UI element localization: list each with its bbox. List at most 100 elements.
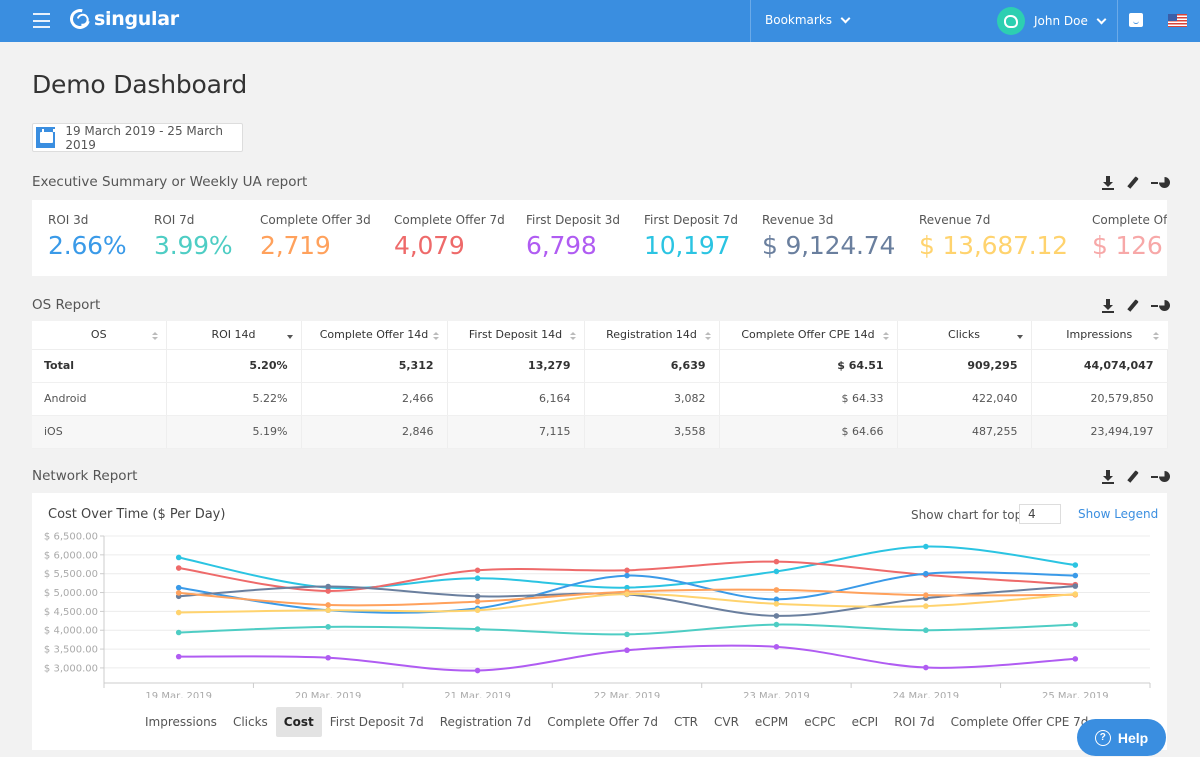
sort-icon[interactable] bbox=[882, 332, 889, 341]
column-header[interactable]: OS bbox=[32, 321, 167, 350]
show-top-label: Show chart for top bbox=[911, 508, 1023, 522]
table-cell: 7,115 bbox=[447, 415, 585, 449]
kpi-value: $ 126 bbox=[1092, 231, 1163, 260]
show-legend-link[interactable]: Show Legend bbox=[1078, 507, 1158, 521]
metric-tab[interactable]: CVR bbox=[706, 707, 747, 737]
data-point bbox=[325, 607, 331, 614]
user-avatar-icon bbox=[1004, 14, 1018, 28]
download-icon[interactable] bbox=[1101, 299, 1115, 313]
avatar bbox=[997, 7, 1025, 35]
data-point bbox=[474, 575, 481, 582]
sort-icon[interactable] bbox=[1153, 332, 1159, 341]
calendar-icon bbox=[36, 127, 56, 148]
export-to-chart-icon[interactable] bbox=[1151, 299, 1171, 313]
x-tick-label: 21 Mar, 2019 bbox=[444, 691, 511, 698]
column-header-label: Impressions bbox=[1066, 328, 1133, 342]
singular-logo[interactable]: singular bbox=[66, 5, 179, 33]
data-point bbox=[773, 621, 780, 628]
table-cell: 5,312 bbox=[301, 349, 448, 383]
data-point bbox=[923, 592, 929, 598]
data-point bbox=[624, 572, 630, 579]
us-flag-icon[interactable] bbox=[1168, 14, 1187, 27]
column-header[interactable]: First Deposit 14d bbox=[447, 321, 585, 350]
sort-icon[interactable] bbox=[151, 332, 158, 341]
help-label: Help bbox=[1117, 729, 1149, 746]
metric-tab[interactable]: First Deposit 7d bbox=[322, 707, 432, 737]
menu-icon[interactable] bbox=[33, 13, 50, 28]
sort-descending-icon[interactable] bbox=[286, 332, 293, 341]
metric-tab[interactable]: Complete Offer CPE 7d bbox=[943, 707, 1097, 737]
chevron-down-icon bbox=[1096, 14, 1107, 24]
download-icon[interactable] bbox=[1101, 470, 1115, 484]
metric-tab[interactable]: Cost bbox=[275, 707, 322, 737]
export-to-chart-icon[interactable] bbox=[1151, 176, 1171, 190]
data-point bbox=[175, 554, 182, 561]
data-point bbox=[474, 567, 481, 574]
metric-tab[interactable]: Impressions bbox=[137, 707, 225, 737]
brand-name: singular bbox=[94, 8, 179, 30]
os-report-title: OS Report bbox=[32, 297, 101, 313]
chart-title: Cost Over Time ($ Per Day) bbox=[48, 507, 226, 522]
sort-icon[interactable] bbox=[704, 332, 711, 341]
column-header[interactable]: Complete Offer CPE 14d bbox=[719, 321, 898, 350]
data-point bbox=[923, 543, 929, 550]
metric-tab[interactable]: Complete Offer 7d bbox=[539, 707, 666, 737]
metric-tab[interactable]: ROI 7d bbox=[886, 707, 942, 737]
metric-tab[interactable]: Clicks bbox=[225, 707, 276, 737]
kpi-label: ROI 7d bbox=[154, 213, 195, 227]
kpi-label: Complete Offer 7d bbox=[394, 213, 505, 227]
x-tick-label: 22 Mar, 2019 bbox=[594, 691, 661, 698]
column-header[interactable]: Clicks bbox=[897, 321, 1032, 350]
column-header[interactable]: Registration 14d bbox=[584, 321, 720, 350]
executive-summary-title: Executive Summary or Weekly UA report bbox=[32, 174, 308, 190]
network-report-title: Network Report bbox=[32, 468, 138, 484]
edit-pencil-icon[interactable] bbox=[1126, 299, 1140, 313]
kpi-label: Complete Offer 3d bbox=[260, 213, 371, 227]
column-header[interactable]: ROI 14d bbox=[166, 321, 302, 350]
metric-tab[interactable]: eCPC bbox=[796, 707, 843, 737]
data-point bbox=[1072, 656, 1079, 662]
x-tick-label: 23 Mar, 2019 bbox=[743, 691, 810, 698]
series-line-1 bbox=[178, 545, 1076, 590]
table-cell: 6,164 bbox=[447, 382, 585, 416]
data-point bbox=[175, 653, 182, 660]
x-tick-label: 20 Mar, 2019 bbox=[295, 691, 362, 698]
column-header[interactable]: Impressions bbox=[1031, 321, 1167, 350]
metric-tabs: Impressions Clicks Cost First Deposit 7d Reg… bbox=[137, 707, 1096, 737]
download-icon[interactable] bbox=[1101, 176, 1115, 190]
data-point bbox=[1072, 562, 1079, 568]
chat-icon[interactable] bbox=[1129, 13, 1143, 27]
data-point bbox=[175, 609, 182, 616]
metric-tab[interactable]: eCPM bbox=[747, 707, 796, 737]
row-label-cell: iOS bbox=[32, 415, 167, 449]
data-point bbox=[175, 590, 182, 596]
table-row: iOS 5.19% 2,846 7,115 3,558 $ 64.66 487,255 23,… bbox=[32, 415, 1168, 449]
data-point bbox=[773, 558, 780, 565]
data-point bbox=[474, 593, 481, 600]
edit-pencil-icon[interactable] bbox=[1126, 470, 1140, 484]
page-title: Demo Dashboard bbox=[32, 70, 248, 99]
sort-icon[interactable] bbox=[432, 332, 439, 341]
bookmarks-dropdown[interactable]: Bookmarks bbox=[765, 13, 851, 27]
data-point bbox=[1072, 591, 1079, 597]
singular-logo-icon bbox=[66, 5, 94, 33]
sort-icon[interactable] bbox=[569, 332, 576, 341]
top-navigation-bar: singular Bookmarks John Doe bbox=[0, 0, 1200, 42]
data-point bbox=[624, 567, 630, 574]
metric-tab[interactable]: Registration 7d bbox=[432, 707, 539, 737]
table-cell: 5.19% bbox=[166, 415, 302, 449]
table-row: Total 5.20% 5,312 13,279 6,639 $ 64.51 909,295… bbox=[32, 349, 1168, 383]
edit-pencil-icon[interactable] bbox=[1126, 176, 1140, 190]
show-top-input[interactable] bbox=[1019, 504, 1061, 524]
column-header[interactable]: Complete Offer 14d bbox=[301, 321, 448, 350]
help-button[interactable]: ? Help bbox=[1077, 719, 1166, 756]
date-range-picker[interactable]: 19 March 2019 - 25 March 2019 bbox=[32, 123, 243, 152]
network-report-card: Cost Over Time ($ Per Day) Show chart fo… bbox=[32, 493, 1167, 750]
kpi-value: 4,079 bbox=[394, 231, 465, 260]
metric-tab[interactable]: eCPI bbox=[844, 707, 887, 737]
export-to-chart-icon[interactable] bbox=[1151, 470, 1171, 484]
metric-tab[interactable]: CTR bbox=[666, 707, 706, 737]
sort-descending-icon[interactable] bbox=[1016, 332, 1023, 341]
kpi-label: Complete Offe bbox=[1092, 213, 1167, 227]
user-menu[interactable]: John Doe bbox=[997, 7, 1107, 35]
